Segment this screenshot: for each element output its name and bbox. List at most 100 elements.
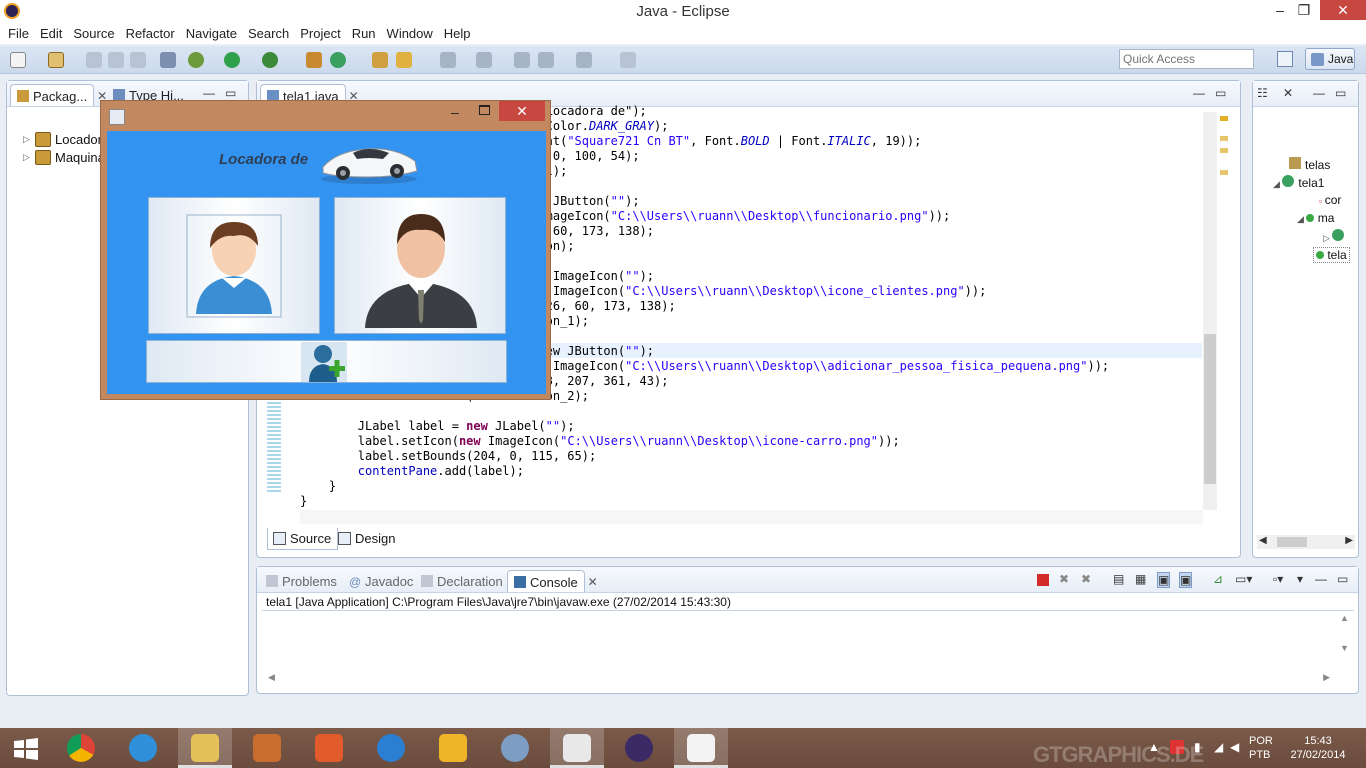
tab-declaration[interactable]: Declaration [415, 570, 509, 592]
menu-source[interactable]: Source [69, 24, 121, 44]
tree-item-locadora[interactable]: ▷ Locadora [23, 132, 109, 147]
open-perspective-icon[interactable] [1277, 51, 1293, 67]
editor-vertical-scrollbar[interactable] [1203, 112, 1217, 510]
back-icon[interactable] [538, 52, 554, 68]
tree-item-maquina[interactable]: ▷ Maquina [23, 150, 105, 165]
volume-icon[interactable]: ◀ [1230, 740, 1239, 754]
maximize-view-icon[interactable]: ▭ [1337, 572, 1348, 586]
outline-item-tela1[interactable]: ◢ tela1 [1273, 175, 1324, 190]
save-all-icon[interactable] [108, 52, 124, 68]
last-edit-icon[interactable] [514, 52, 530, 68]
funcionario-button[interactable] [148, 197, 320, 334]
new-package-icon[interactable] [48, 52, 64, 68]
pin-console-icon[interactable]: ⊿ [1213, 572, 1223, 586]
menu-file[interactable]: File [4, 24, 36, 44]
run-icon[interactable] [224, 52, 240, 68]
console-horizontal-scrollbar[interactable]: ◀ ▶ [262, 672, 1336, 686]
outline-horizontal-scrollbar[interactable]: ◀ ▶ [1257, 535, 1355, 549]
taskbar-chrome[interactable] [54, 728, 108, 768]
clear-console-icon[interactable]: ▤ [1113, 572, 1124, 586]
taskbar-game-app[interactable] [426, 728, 480, 768]
new-java-project-icon[interactable] [306, 52, 322, 68]
terminate-icon[interactable] [1037, 574, 1049, 586]
show-on-stderr-icon[interactable]: ▣ [1179, 572, 1193, 588]
taskbar-java[interactable] [674, 728, 728, 768]
tab-source[interactable]: Source [267, 528, 339, 550]
restore-button[interactable]: ❐ [1290, 0, 1318, 20]
minimize-view-icon[interactable]: — [1313, 86, 1325, 100]
display-console-icon[interactable]: ▭▾ [1235, 572, 1252, 586]
maximize-view-icon[interactable]: ▭ [225, 86, 236, 100]
taskbar-calendar-app[interactable] [550, 728, 604, 768]
overview-marker[interactable] [1220, 148, 1228, 153]
minimize-view-icon[interactable]: — [1193, 86, 1205, 100]
tab-javadoc[interactable]: @ Javadoc [343, 570, 419, 592]
quick-access-input[interactable] [1119, 49, 1254, 69]
tab-package-explorer[interactable]: Packag... ✕ [10, 84, 107, 106]
java-perspective-button[interactable]: Java [1305, 48, 1355, 70]
open-console-icon[interactable]: ▫▾ [1273, 572, 1283, 586]
close-icon[interactable]: ✕ [588, 575, 598, 589]
input-language[interactable]: POR PTB [1249, 734, 1273, 762]
editor-horizontal-scrollbar[interactable] [300, 510, 1203, 524]
next-annotation-icon[interactable] [440, 52, 456, 68]
taskbar-ccleaner[interactable] [364, 728, 418, 768]
swing-maximize-button[interactable] [479, 105, 490, 115]
debug-icon[interactable] [188, 52, 204, 68]
adicionar-pessoa-button[interactable] [146, 340, 507, 383]
menu-window[interactable]: Window [383, 24, 440, 44]
menu-edit[interactable]: Edit [36, 24, 69, 44]
tab-problems[interactable]: Problems [260, 570, 343, 592]
swing-minimize-button[interactable]: – [451, 104, 459, 120]
taskbar-office-app[interactable] [302, 728, 356, 768]
taskbar-network-app[interactable] [488, 728, 542, 768]
menu-project[interactable]: Project [296, 24, 347, 44]
expand-arrow-icon[interactable]: ▷ [23, 134, 30, 145]
scroll-lock-icon[interactable]: ▦ [1135, 572, 1146, 586]
outline-item-telas[interactable]: telas [1289, 157, 1330, 172]
menu-search[interactable]: Search [244, 24, 296, 44]
outline-item-ma[interactable]: ◢ ma [1297, 211, 1334, 225]
tab-console[interactable]: Console ✕ [507, 570, 598, 592]
taskbar-file-explorer[interactable] [178, 728, 232, 768]
taskbar-ie[interactable] [116, 728, 170, 768]
overview-marker[interactable] [1220, 116, 1228, 121]
taskbar-media-app[interactable] [240, 728, 294, 768]
prev-annotation-icon[interactable] [476, 52, 492, 68]
view-menu-icon[interactable]: ▾ [1297, 572, 1303, 586]
overview-marker[interactable] [1220, 170, 1228, 175]
clientes-button[interactable] [334, 197, 506, 334]
outline-item-cor[interactable]: ▫ cor [1319, 193, 1341, 207]
clock[interactable]: 15:43 27/02/2014 [1283, 734, 1353, 762]
save-icon[interactable] [86, 52, 102, 68]
expand-arrow-icon[interactable]: ▷ [23, 152, 30, 163]
outline-item-nested[interactable]: ▷ [1323, 229, 1345, 244]
close-icon[interactable]: ✕ [1283, 86, 1293, 100]
menu-help[interactable]: Help [440, 24, 478, 44]
remove-launch-icon[interactable]: ✖ [1059, 572, 1069, 586]
menu-refactor[interactable]: Refactor [122, 24, 182, 44]
outline-item-tela[interactable]: tela [1313, 247, 1350, 263]
run-external-icon[interactable] [262, 52, 278, 68]
tab-design[interactable]: Design [333, 528, 401, 550]
minimize-view-icon[interactable]: — [203, 86, 215, 100]
maximize-view-icon[interactable]: ▭ [1215, 86, 1226, 100]
menu-run[interactable]: Run [348, 24, 383, 44]
pin-editor-icon[interactable] [620, 52, 636, 68]
print-icon[interactable] [130, 52, 146, 68]
new-class-icon[interactable] [330, 52, 346, 68]
skip-breakpoints-icon[interactable] [160, 52, 176, 68]
network-status-icon[interactable]: ◢ [1214, 740, 1223, 754]
outline-icon[interactable]: ☷ [1257, 86, 1268, 100]
taskbar-eclipse[interactable] [612, 728, 666, 768]
swing-close-button[interactable]: ✕ [499, 101, 545, 121]
scroll-thumb[interactable] [1204, 334, 1216, 484]
open-type-icon[interactable] [372, 52, 388, 68]
new-icon[interactable] [10, 52, 26, 68]
forward-icon[interactable] [576, 52, 592, 68]
search-icon[interactable] [396, 52, 412, 68]
remove-all-icon[interactable]: ✖ [1081, 572, 1091, 586]
close-button[interactable]: ✕ [1320, 0, 1366, 20]
start-button[interactable] [0, 728, 54, 768]
console-output[interactable]: ▲ ▼ ◀ ▶ [262, 610, 1354, 686]
